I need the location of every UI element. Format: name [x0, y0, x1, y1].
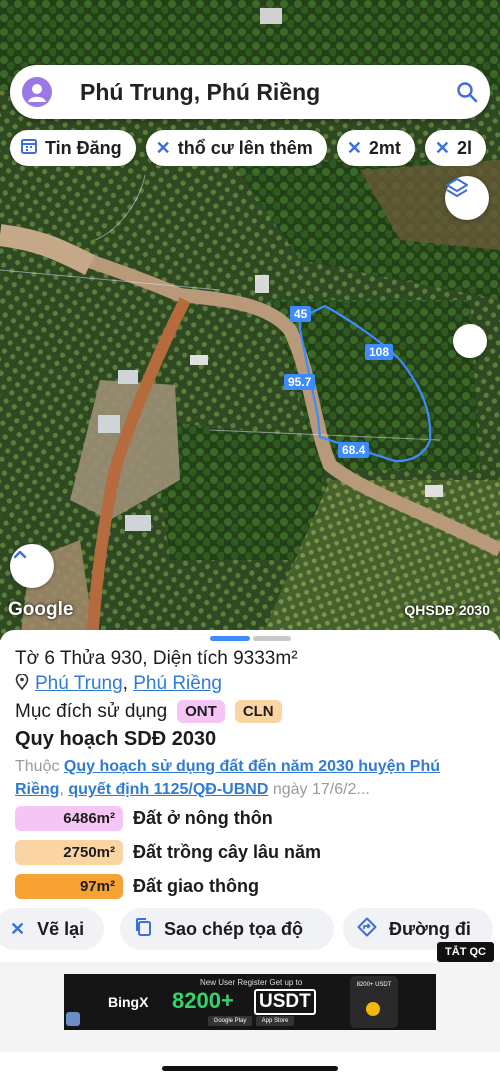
home-indicator: [162, 1066, 338, 1071]
close-ad-button[interactable]: TẮT QC: [437, 942, 494, 962]
district-link[interactable]: Phú Riềng: [133, 673, 222, 694]
layer-name-label: QHSDĐ 2030: [404, 602, 490, 618]
edge-label-45: 45: [290, 306, 312, 322]
chip-2mt[interactable]: ✕ 2mt: [336, 130, 415, 166]
filter-chips: Tin Đăng ✕ thổ cư lên thêm ✕ 2mt ✕ 2l: [10, 130, 500, 166]
land-use-row-road: 97m² Đất giao thông: [15, 874, 259, 899]
ad-amount: 8200+: [172, 988, 234, 1013]
redraw-icon: ✕: [10, 918, 26, 939]
map-pointer[interactable]: [453, 324, 487, 358]
avatar[interactable]: [22, 77, 52, 107]
ad-brand: BingX: [108, 994, 149, 1010]
location-pin-icon: [15, 673, 29, 691]
chip-2l[interactable]: ✕ 2l: [424, 130, 487, 166]
layers-button[interactable]: [445, 176, 489, 220]
sheet-handle-active[interactable]: [210, 636, 250, 641]
plan-description: Thuộc Quy hoạch sử dụng đất đến năm 2030…: [15, 755, 485, 801]
area-bar: 97m²: [15, 874, 123, 899]
ad-headline: New User Register Get up to: [200, 978, 303, 987]
land-use-label: Đất giao thông: [133, 876, 259, 896]
land-purpose-row: Mục đích sử dụng ONT CLN: [15, 700, 282, 723]
chip-label: 2mt: [368, 137, 401, 158]
plan-date: ngày 17/6/2...: [268, 781, 370, 798]
layers-icon: [446, 178, 468, 197]
ad-banner[interactable]: New User Register Get up to BingX 8200+ …: [64, 974, 436, 1030]
action-buttons: ✕ Vẽ lại Sao chép tọa độ Đường đi: [0, 908, 500, 950]
x-icon: ✕: [155, 137, 171, 158]
chip-tho-cu[interactable]: ✕ thổ cư lên thêm: [145, 130, 327, 166]
chip-label: thổ cư lên thêm: [177, 137, 313, 158]
calendar-icon: [20, 137, 38, 160]
chevron-up-icon: [13, 550, 27, 559]
google-attribution: Google: [8, 599, 74, 620]
redraw-label: Vẽ lại: [37, 918, 85, 939]
google-play-badge[interactable]: Google Play: [208, 1016, 252, 1026]
parcel-info-sheet: Tờ 6 Thửa 930, Diện tích 9333m² Phú Trun…: [0, 630, 500, 970]
land-use-row-cln: 2750m² Đất trồng cây lâu năm: [15, 840, 321, 865]
purpose-tag-cln: CLN: [234, 700, 282, 723]
area-bar: 2750m²: [15, 840, 123, 865]
chip-label: Tin Đăng: [45, 137, 122, 158]
location-separator: ,: [122, 673, 134, 694]
x-icon: ✕: [346, 137, 362, 158]
land-use-row-ont: 6486m² Đất ở nông thôn: [15, 806, 273, 831]
user-icon: [28, 84, 46, 102]
chip-label: 2l: [457, 137, 473, 158]
plan-comma: ,: [59, 781, 69, 798]
edge-label-68-4: 68.4: [338, 442, 370, 458]
ad-area: New User Register Get up to BingX 8200+ …: [0, 962, 500, 1052]
plan-prefix: Thuộc: [15, 758, 64, 775]
redraw-button[interactable]: ✕ Vẽ lại: [0, 908, 104, 950]
commune-link[interactable]: Phú Trung: [35, 673, 123, 694]
ad-info-icon[interactable]: [66, 1012, 80, 1026]
ad-phone-image: 8200+ USDT: [350, 976, 398, 1028]
parcel-title: Tờ 6 Thửa 930, Diện tích 9333m²: [15, 648, 298, 669]
ad-phone-badge: 8200+ USDT: [356, 982, 392, 988]
sheet-handle-inactive[interactable]: [253, 636, 291, 641]
search-icon[interactable]: [456, 81, 478, 103]
edge-label-95-7: 95.7: [284, 374, 316, 390]
area-bar: 6486m²: [15, 806, 123, 831]
purpose-label: Mục đích sử dụng: [15, 700, 168, 722]
purpose-tag-ont: ONT: [177, 700, 225, 723]
copy-coordinates-button[interactable]: Sao chép tọa độ: [120, 908, 334, 950]
x-icon: ✕: [434, 137, 451, 158]
edge-label-108: 108: [365, 344, 394, 360]
copy-icon: [134, 917, 152, 942]
copy-label: Sao chép tọa độ: [164, 918, 304, 939]
coin-icon: [366, 1002, 380, 1016]
land-use-label: Đất trồng cây lâu năm: [133, 842, 322, 862]
search-bar[interactable]: Phú Trung, Phú Riềng: [10, 65, 490, 119]
search-input[interactable]: Phú Trung, Phú Riềng: [80, 79, 456, 106]
parcel-location: Phú Trung, Phú Riềng: [15, 673, 222, 695]
ad-currency: USDT: [254, 989, 316, 1015]
decision-link[interactable]: quyết định 1125/QĐ-UBND: [68, 781, 268, 798]
chip-tin-dang[interactable]: Tin Đăng: [10, 130, 136, 166]
directions-icon: [357, 917, 377, 942]
plan-title: Quy hoạch SDĐ 2030: [15, 728, 217, 750]
expand-sheet-button[interactable]: [10, 544, 54, 588]
land-use-label: Đất ở nông thôn: [133, 808, 273, 828]
directions-label: Đường đi: [389, 918, 471, 939]
app-store-badge[interactable]: App Store: [256, 1016, 294, 1026]
